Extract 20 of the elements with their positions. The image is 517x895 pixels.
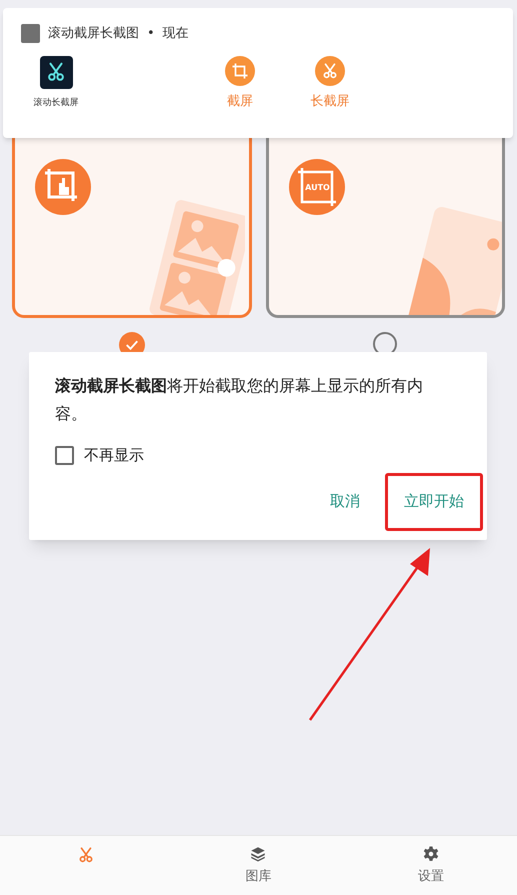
settings-icon — [422, 844, 440, 863]
separator-dot: • — [147, 25, 155, 43]
scissors-icon — [321, 62, 339, 80]
scissors-icon — [45, 61, 67, 83]
nav-tab[interactable]: 图库 — [172, 836, 345, 895]
app-icon — [21, 24, 40, 44]
crop-hand-icon — [35, 159, 91, 215]
checkbox[interactable] — [55, 446, 74, 465]
checkbox-label: 不再显示 — [84, 445, 144, 466]
dialog-message: 滚动截屏长截图将开始截取您的屏幕上显示的所有内容。 — [55, 375, 424, 425]
notification-app-name: 滚动截屏长截图 — [48, 25, 139, 43]
notification-time: 现在 — [162, 25, 189, 43]
dialog-button[interactable]: 取消 — [311, 472, 379, 530]
notification-action[interactable]: 截屏 — [219, 56, 261, 111]
dialog-button[interactable]: 立即开始 — [385, 472, 483, 530]
crop-auto-icon: AUTO — [288, 159, 344, 215]
crop-icon — [231, 62, 249, 80]
layers-icon — [249, 844, 268, 863]
app-icon-label: 滚动长截屏 — [34, 96, 78, 110]
nav-tab[interactable]: 设置 — [344, 836, 517, 895]
